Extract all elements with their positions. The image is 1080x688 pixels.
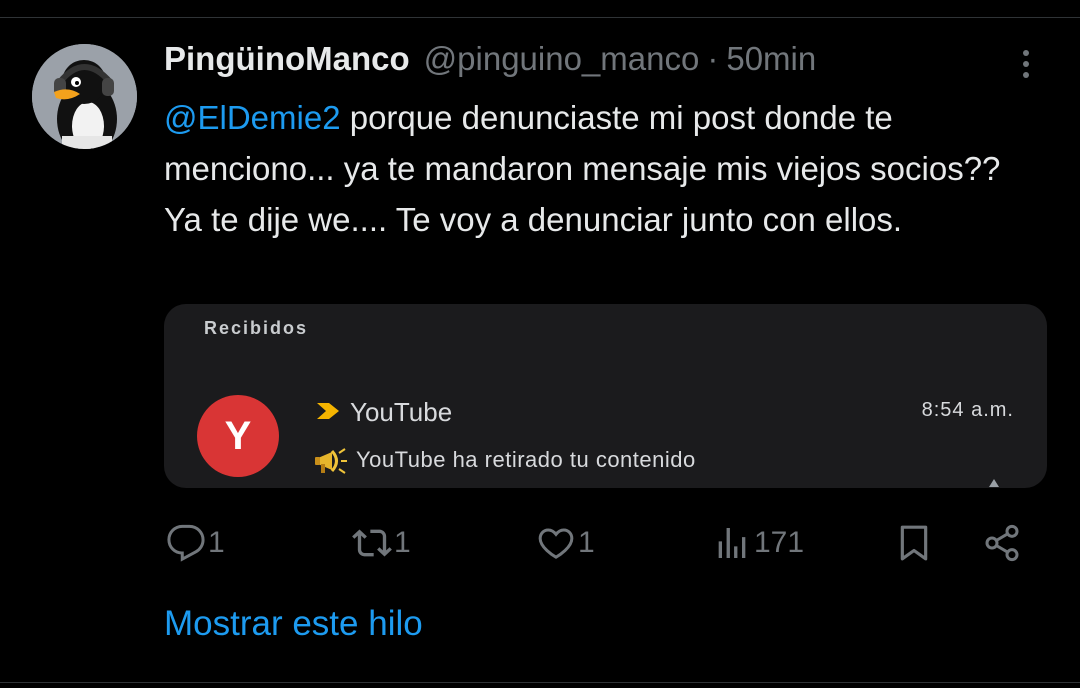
inbox-title: Recibidos [204, 318, 309, 338]
megaphone-icon [315, 448, 347, 474]
top-divider [0, 17, 1080, 18]
mail-subject: YouTube ha retirado tu contenido [356, 447, 696, 472]
show-thread-link[interactable]: Mostrar este hilo [164, 604, 423, 644]
mail-time: 8:54 a.m. [921, 399, 1014, 421]
repost-count: 1 [394, 526, 411, 559]
separator-dot: · [707, 40, 719, 77]
bottom-divider [0, 682, 1080, 683]
like-icon [538, 528, 574, 559]
label-chevron-icon [317, 403, 339, 419]
user-handle[interactable]: @pinguino_manco [424, 40, 700, 78]
views-count: 171 [754, 526, 805, 559]
reply-icon [167, 524, 205, 562]
penguin-avatar-image [32, 44, 137, 149]
repost-icon [352, 529, 392, 557]
share-button[interactable] [982, 518, 1022, 568]
like-button[interactable]: 1 [536, 518, 595, 568]
sender-name: YouTube [350, 397, 453, 427]
reply-count: 1 [208, 526, 225, 559]
reply-button[interactable]: 1 [166, 518, 225, 568]
tweet-time[interactable]: 50min [726, 40, 816, 78]
views-button[interactable]: 171 [712, 518, 804, 568]
scroll-indicator [989, 479, 999, 487]
tweet-text: @ElDemie2 porque denunciaste mi post don… [164, 92, 1044, 245]
action-bar: 1 1 1 171 [0, 518, 1080, 568]
bookmark-icon [900, 525, 928, 561]
display-name[interactable]: PingüinoManco [164, 40, 410, 78]
tweet-header: PingüinoManco @pinguino_manco · 50min [164, 40, 816, 86]
share-icon [985, 524, 1019, 562]
sender-avatar: Y [197, 395, 279, 477]
mention-link[interactable]: @ElDemie2 [164, 99, 341, 136]
avatar[interactable] [32, 44, 137, 149]
repost-button[interactable]: 1 [352, 518, 411, 568]
media-card[interactable]: Recibidos Y YouTube 8:54 a.m. YouTube ha… [164, 304, 1047, 488]
bookmark-button[interactable] [894, 518, 934, 568]
views-icon [718, 528, 746, 558]
like-count: 1 [578, 526, 595, 559]
more-icon[interactable] [1012, 46, 1040, 86]
